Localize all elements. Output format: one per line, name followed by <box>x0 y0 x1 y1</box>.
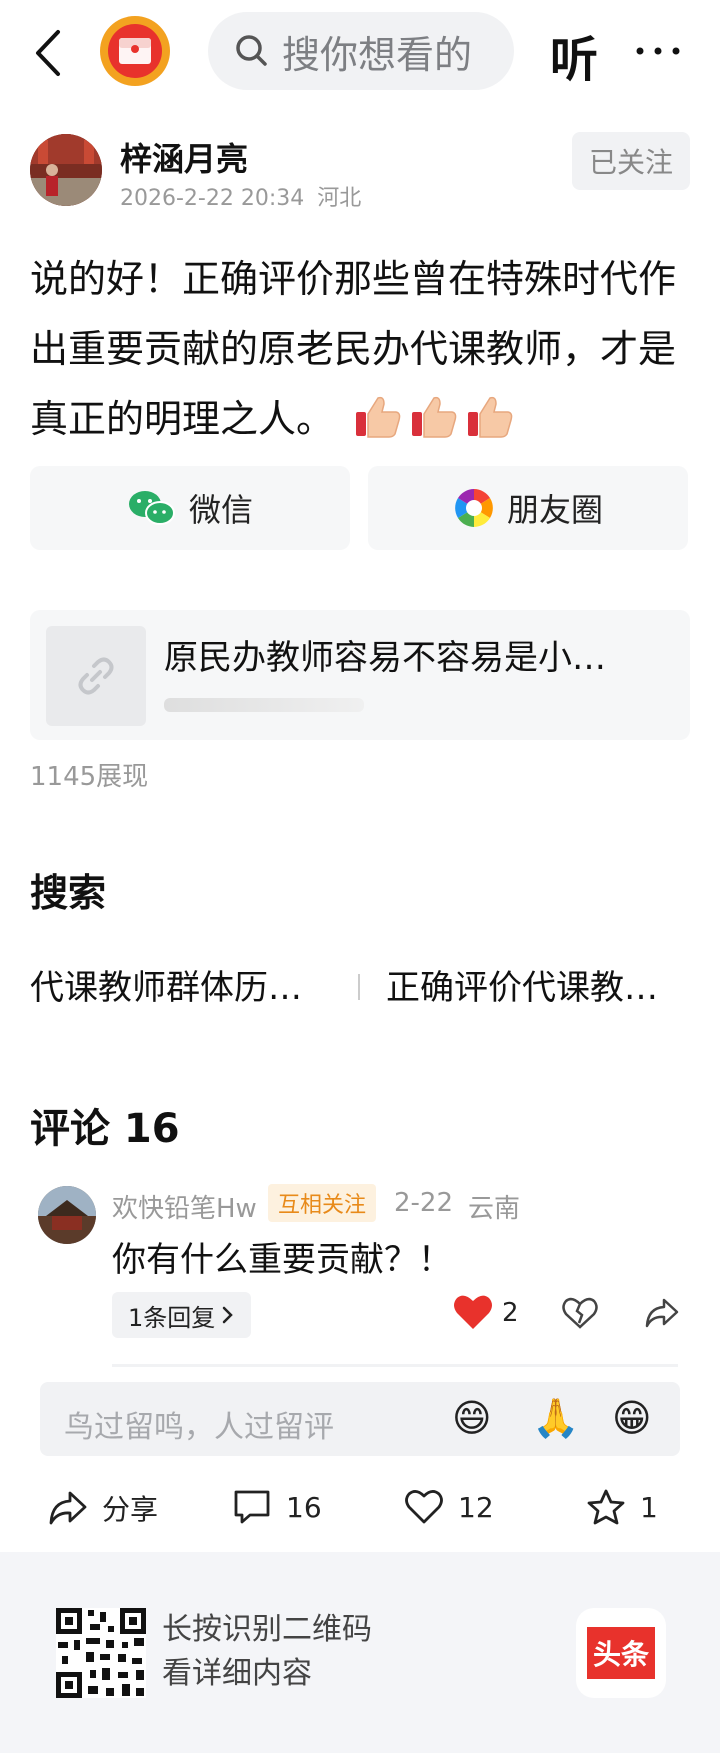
thumbs-up-icon <box>468 396 513 438</box>
favorite-action-count: 1 <box>640 1490 658 1524</box>
comment-separator <box>112 1364 678 1367</box>
search-section-title: 搜索 <box>30 871 107 915</box>
comment-action-count: 16 <box>286 1490 322 1524</box>
toutiao-brand: 头条 <box>586 1627 655 1679</box>
comment-text: 你有什么重要贡献？！ <box>112 1240 452 1280</box>
follow-button[interactable]: 已关注 <box>572 132 690 190</box>
more-icon[interactable] <box>634 36 682 66</box>
search-placeholder: 搜你想看的 <box>282 32 473 77</box>
red-packet-icon[interactable] <box>100 16 170 86</box>
comments-title: 评论 16 <box>30 1106 180 1152</box>
share-wechat-label: 微信 <box>188 491 253 529</box>
comment-input[interactable]: 鸟过留鸣，人过留评 😄 🙏 😁 <box>40 1382 680 1456</box>
comment-like-count: 2 <box>502 1298 519 1328</box>
emoji-grin[interactable]: 😁 <box>612 1396 652 1440</box>
like-action-count: 12 <box>458 1490 494 1524</box>
heart-icon <box>405 1490 443 1524</box>
link-icon <box>46 626 146 726</box>
comment-share-button[interactable] <box>644 1296 680 1334</box>
chevron-left-icon <box>36 30 60 76</box>
comment-input-placeholder: 鸟过留鸣，人过留评 <box>64 1410 334 1445</box>
chevron-right-icon <box>223 1306 234 1324</box>
share-moments-label: 朋友圈 <box>506 491 603 529</box>
broken-heart-icon <box>562 1297 598 1329</box>
search-icon <box>236 35 267 66</box>
heart-filled-icon <box>454 1295 492 1329</box>
favorite-action-button[interactable]: 1 <box>586 1488 658 1526</box>
commenter-avatar[interactable] <box>38 1186 96 1244</box>
mutual-follow-badge: 互相关注 <box>268 1184 377 1222</box>
search-bar[interactable]: 搜你想看的 <box>208 12 514 90</box>
thumbs-up-icon <box>356 396 401 438</box>
commenter-name[interactable]: 欢快铅笔Hw <box>112 1188 257 1225</box>
comment-icon <box>234 1490 270 1524</box>
post-text: 说的好！正确评价那些曾在特殊时代作出重要贡献的原老民办代课教师，才是真正的明理之… <box>30 257 677 441</box>
like-action-button[interactable]: 12 <box>404 1488 494 1526</box>
share-moments-button[interactable]: 朋友圈 <box>368 466 688 550</box>
link-title: 原民办教师容易不容易是小… <box>164 638 606 678</box>
comment-date: 2-22 <box>394 1188 454 1218</box>
view-count: 1145展现 <box>30 762 149 792</box>
star-icon <box>587 1489 625 1525</box>
emoji-pray[interactable]: 🙏 <box>532 1396 579 1441</box>
author-name[interactable]: 梓涵月亮 <box>120 134 248 180</box>
author-avatar[interactable] <box>30 134 102 206</box>
share-action-button[interactable]: 分享 <box>48 1488 158 1528</box>
link-card[interactable]: 原民办教师容易不容易是小… <box>30 610 690 740</box>
comment-action-button[interactable]: 16 <box>232 1488 322 1526</box>
post-content: 说的好！正确评价那些曾在特殊时代作出重要贡献的原老民办代课教师，才是真正的明理之… <box>30 244 700 454</box>
share-icon <box>645 1298 679 1328</box>
wechat-icon <box>128 491 175 525</box>
post-meta: 2026-2-22 20:34 河北 <box>120 180 361 212</box>
footer-line-1: 长按识别二维码 <box>162 1612 372 1647</box>
comment-location: 云南 <box>468 1194 521 1224</box>
emoji-laugh[interactable]: 😄 <box>452 1396 492 1440</box>
share-wechat-button[interactable]: 微信 <box>30 466 350 550</box>
qr-code[interactable] <box>56 1608 146 1698</box>
post-location: 河北 <box>317 186 362 211</box>
view-replies-button[interactable]: 1条回复 <box>112 1292 252 1338</box>
divider <box>358 974 360 1000</box>
toutiao-logo: 头条 <box>576 1608 666 1698</box>
thumbs-up-icon <box>412 396 457 438</box>
comment-dislike-button[interactable] <box>562 1296 598 1334</box>
post-datetime: 2026-2-22 20:34 <box>120 186 305 211</box>
footer-banner: 长按识别二维码 看详细内容 头条 <box>0 1552 720 1753</box>
moments-icon <box>455 489 493 527</box>
share-action-label: 分享 <box>102 1493 159 1526</box>
comment-like-button[interactable] <box>452 1292 494 1336</box>
back-button[interactable] <box>30 28 70 78</box>
reply-count-label: 1条回复 <box>128 1303 216 1332</box>
footer-line-2: 看详细内容 <box>162 1656 312 1691</box>
search-suggestion[interactable]: 代课教师群体历… <box>30 960 302 1009</box>
listen-button[interactable]: 听 <box>550 20 598 90</box>
search-suggestion[interactable]: 正确评价代课教… <box>386 960 658 1009</box>
link-subtitle-blurred <box>164 698 364 712</box>
share-icon <box>49 1491 87 1525</box>
